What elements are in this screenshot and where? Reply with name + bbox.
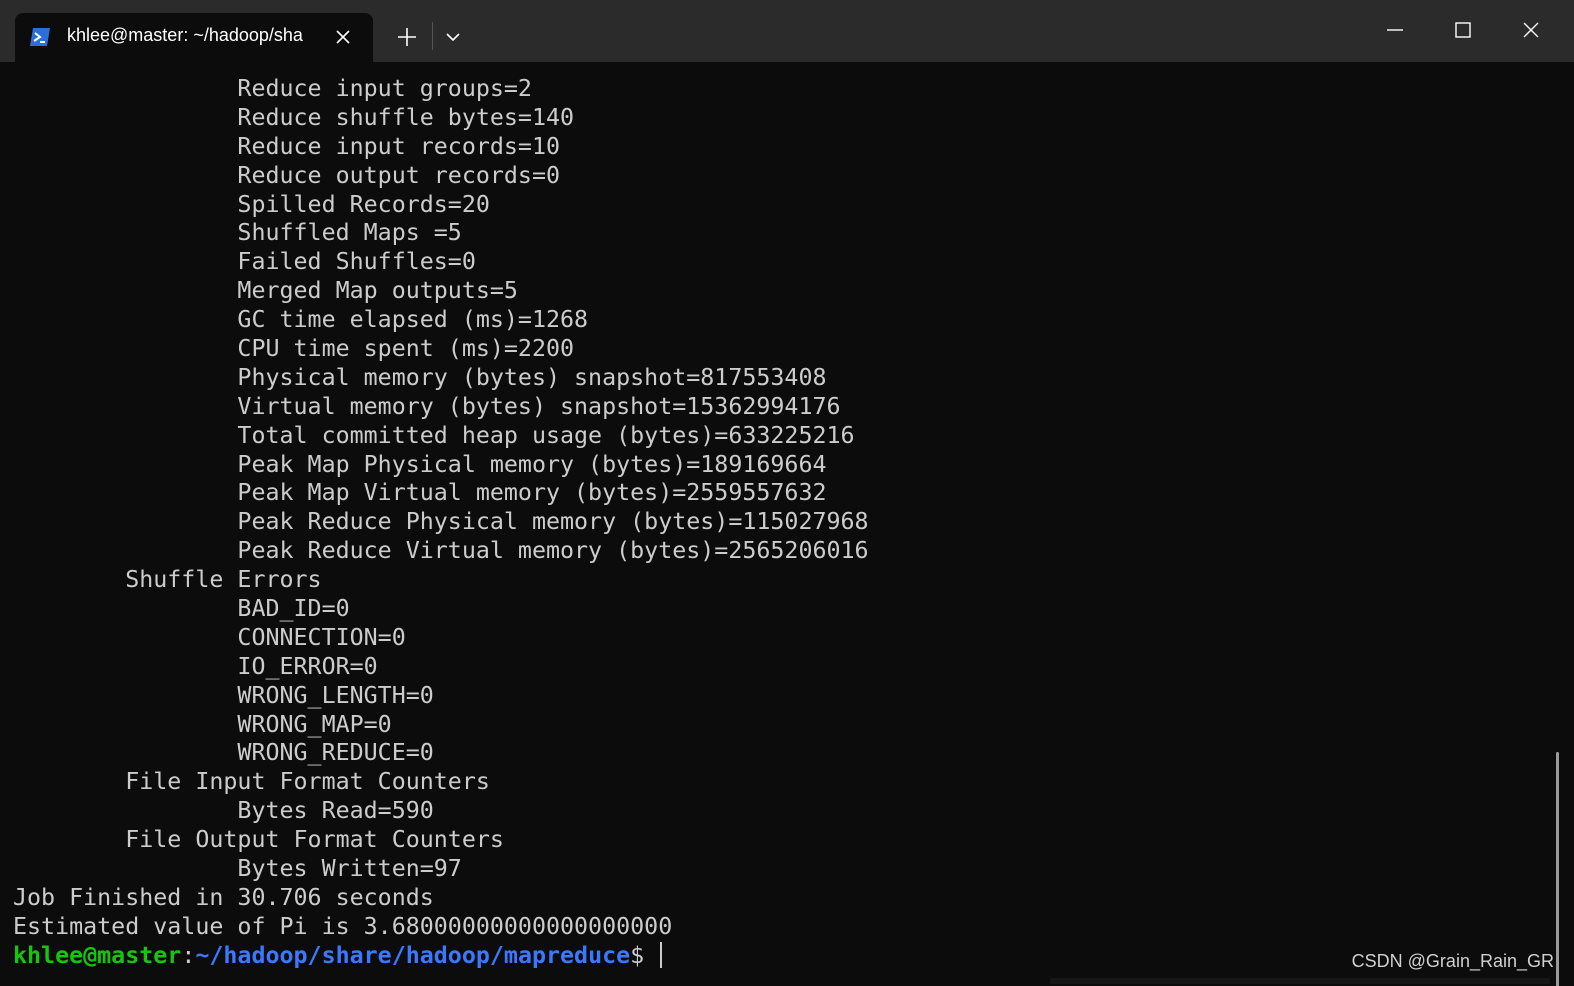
powershell-icon: [30, 28, 50, 46]
output-line: WRONG_LENGTH=0: [13, 681, 434, 709]
text-cursor: [660, 941, 663, 968]
chevron-down-icon[interactable]: [440, 20, 466, 54]
close-window-button[interactable]: [1508, 10, 1554, 50]
output-line: Estimated value of Pi is 3.6800000000000…: [13, 912, 673, 940]
output-line: File Output Format Counters: [13, 826, 504, 854]
output-line: WRONG_REDUCE=0: [13, 739, 434, 767]
output-line: IO_ERROR=0: [13, 652, 378, 680]
tab-divider: [432, 22, 433, 50]
output-line: Job Finished in 30.706 seconds: [13, 883, 434, 911]
output-line: Peak Reduce Virtual memory (bytes)=25652…: [13, 537, 869, 565]
maximize-button[interactable]: [1440, 10, 1486, 50]
maximize-icon: [1455, 22, 1471, 38]
output-line: GC time elapsed (ms)=1268: [13, 306, 589, 334]
output-line: Spilled Records=20: [13, 190, 490, 218]
terminal-output: Reduce input groups=2 Reduce shuffle byt…: [13, 75, 869, 971]
prompt-path: ~/hadoop/share/hadoop/mapreduce: [195, 941, 631, 969]
tab-title: khlee@master: ~/hadoop/sha: [67, 25, 303, 45]
terminal-tab[interactable]: khlee@master: ~/hadoop/sha: [15, 13, 373, 62]
prompt-user-host: khlee@master: [13, 941, 182, 969]
terminal-output-area[interactable]: Reduce input groups=2 Reduce shuffle byt…: [0, 62, 1560, 986]
output-line: Peak Map Physical memory (bytes)=1891696…: [13, 450, 827, 478]
output-line: Reduce output records=0: [13, 161, 561, 189]
output-line: CONNECTION=0: [13, 623, 406, 651]
output-line: Reduce input groups=2: [13, 75, 532, 102]
output-line: WRONG_MAP=0: [13, 710, 392, 738]
scrollbar[interactable]: [1556, 752, 1559, 986]
watermark: CSDN @Grain_Rain_GR: [1351, 951, 1554, 971]
output-line: CPU time spent (ms)=2200: [13, 335, 575, 363]
minimize-button[interactable]: [1372, 10, 1418, 50]
output-line: BAD_ID=0: [13, 595, 350, 623]
close-tab-icon[interactable]: [333, 27, 353, 47]
output-line: Bytes Written=97: [13, 855, 462, 883]
output-line: Failed Shuffles=0: [13, 248, 476, 276]
output-line: Peak Reduce Physical memory (bytes)=1150…: [13, 508, 869, 536]
new-tab-button[interactable]: [390, 20, 424, 54]
output-line: Merged Map outputs=5: [13, 277, 518, 305]
output-line: Shuffle Errors: [13, 566, 322, 594]
background-strip: [1050, 978, 1550, 984]
shell-prompt[interactable]: khlee@master:~/hadoop/share/hadoop/mapre…: [13, 941, 869, 971]
title-bar[interactable]: khlee@master: ~/hadoop/sha: [0, 0, 1574, 62]
output-line: Physical memory (bytes) snapshot=8175534…: [13, 363, 827, 391]
output-line: Reduce shuffle bytes=140: [13, 103, 575, 131]
output-line: File Input Format Counters: [13, 768, 490, 796]
terminal-window: khlee@master: ~/hadoop/sha Reduce input …: [0, 0, 1574, 986]
close-icon: [1523, 22, 1539, 38]
output-line: Reduce input records=10: [13, 132, 561, 160]
prompt-separator: :: [181, 941, 196, 969]
output-line: Bytes Read=590: [13, 797, 434, 825]
output-line: Total committed heap usage (bytes)=63322…: [13, 421, 855, 449]
prompt-symbol: $: [630, 941, 659, 969]
minimize-icon: [1387, 29, 1403, 31]
output-line: Virtual memory (bytes) snapshot=15362994…: [13, 392, 841, 420]
output-line: Peak Map Virtual memory (bytes)=25595576…: [13, 479, 827, 507]
output-line: Shuffled Maps =5: [13, 219, 462, 247]
